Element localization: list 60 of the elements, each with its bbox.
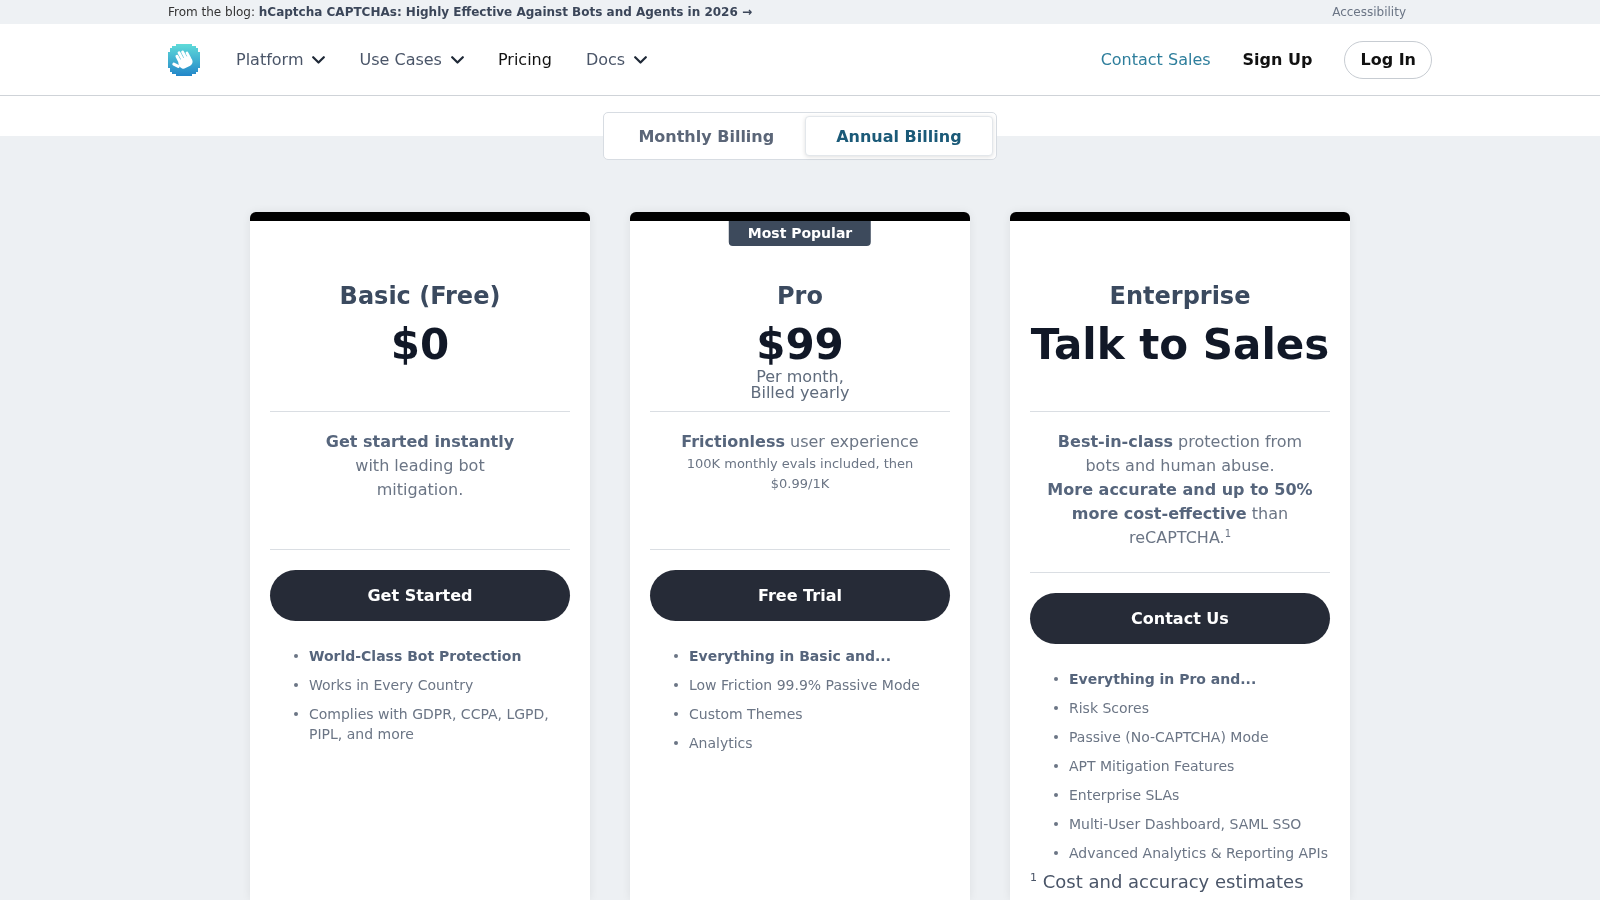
blog-post-link[interactable]: hCaptcha CAPTCHAs: Highly Effective Against Bots and Agents in 2026 →	[258, 5, 753, 19]
nav-link[interactable]: Contact Sales	[1100, 50, 1211, 69]
hand-logo-icon[interactable]	[168, 43, 200, 76]
plan-description: More accurate and up to 50% more cost-effective than reCAPTCHA.$^{1}$	[1046, 479, 1314, 549]
chevron-down-icon	[634, 55, 648, 64]
plan-price: $0	[389, 321, 451, 369]
plan-description: Get started instantly with leading bot mitigation.	[324, 431, 516, 501]
nav-link[interactable]: Pricing	[497, 50, 552, 69]
plan-description: Frictionless user experience	[681, 431, 919, 453]
feature-text: Custom Themes	[689, 705, 803, 724]
bullet-icon	[294, 683, 298, 687]
nav-dropdown[interactable]: Docs	[585, 50, 648, 69]
feature-text: Works in Every Country	[309, 676, 474, 695]
price-note: Per month, Billed yearly	[749, 369, 851, 401]
chevron-down-icon	[312, 55, 326, 64]
nav-dropdown[interactable]: Use Cases	[359, 50, 464, 69]
feature-text: Risk Scores	[1069, 699, 1149, 718]
cta-button[interactable]: Get Started	[270, 570, 570, 621]
bullet-icon	[294, 654, 298, 658]
bullet-icon	[294, 712, 298, 716]
feature-text: Advanced Analytics & Reporting APIs	[1069, 844, 1328, 863]
bullet-icon	[1054, 793, 1058, 797]
bullet-icon	[1054, 822, 1058, 826]
nav-dropdown[interactable]: Platform	[236, 50, 326, 69]
feature-text: Everything in Basic and...	[689, 647, 891, 666]
plan-description: Best-in-class protection from bots and human abuse.	[1056, 431, 1304, 477]
feature-text: Analytics	[689, 734, 753, 753]
feature-text: Everything in Pro and...	[1069, 670, 1257, 689]
feature-text: Enterprise SLAs	[1069, 786, 1180, 805]
feature-text: World-Class Bot Protection	[309, 647, 522, 666]
billing-tab[interactable]: Annual Billing	[805, 116, 993, 156]
plan-price: $99	[755, 321, 845, 369]
feature-text: Passive (No-CAPTCHA) Mode	[1069, 728, 1269, 747]
plan-name: Basic (Free)	[338, 281, 502, 311]
accessibility-link[interactable]: Accessibility	[1332, 5, 1406, 19]
billing-tab[interactable]: Monthly Billing	[607, 116, 806, 156]
bullet-icon	[1054, 677, 1058, 681]
feature-text: Complies with GDPR, CCPA, LGPD, PIPL, and more	[309, 705, 550, 744]
bullet-icon	[1054, 764, 1058, 768]
bullet-icon	[1054, 706, 1058, 710]
bullet-icon	[1054, 735, 1058, 739]
blog-announcement: From the blog: hCaptcha CAPTCHAs: Highly Effective Against Bots and Agents in 2026 →	[168, 5, 753, 19]
plan-name: Pro	[776, 281, 824, 311]
feature-text: APT Mitigation Features	[1069, 757, 1235, 776]
bullet-icon	[674, 683, 678, 687]
nav-link[interactable]: Sign Up	[1242, 50, 1313, 69]
feature-text: Multi-User Dashboard, SAML SSO	[1069, 815, 1302, 834]
bullet-icon	[674, 712, 678, 716]
plan-name: Enterprise	[1108, 281, 1252, 311]
popular-badge: Most Popular	[728, 221, 872, 246]
plan-detail: 100K monthly evals included, then $0.99/1K	[685, 455, 915, 493]
chevron-down-icon	[450, 55, 464, 64]
plan-price: Talk to Sales	[1030, 321, 1330, 369]
feature-text: Low Friction 99.9% Passive Mode	[689, 676, 920, 695]
bullet-icon	[1054, 851, 1058, 855]
bullet-icon	[674, 654, 678, 658]
cta-button[interactable]: Contact Us	[1030, 593, 1330, 644]
footnote: $^{1}$ Cost and accuracy estimates	[1030, 872, 1305, 892]
cta-button[interactable]: Free Trial	[650, 570, 950, 621]
bullet-icon	[674, 741, 678, 745]
